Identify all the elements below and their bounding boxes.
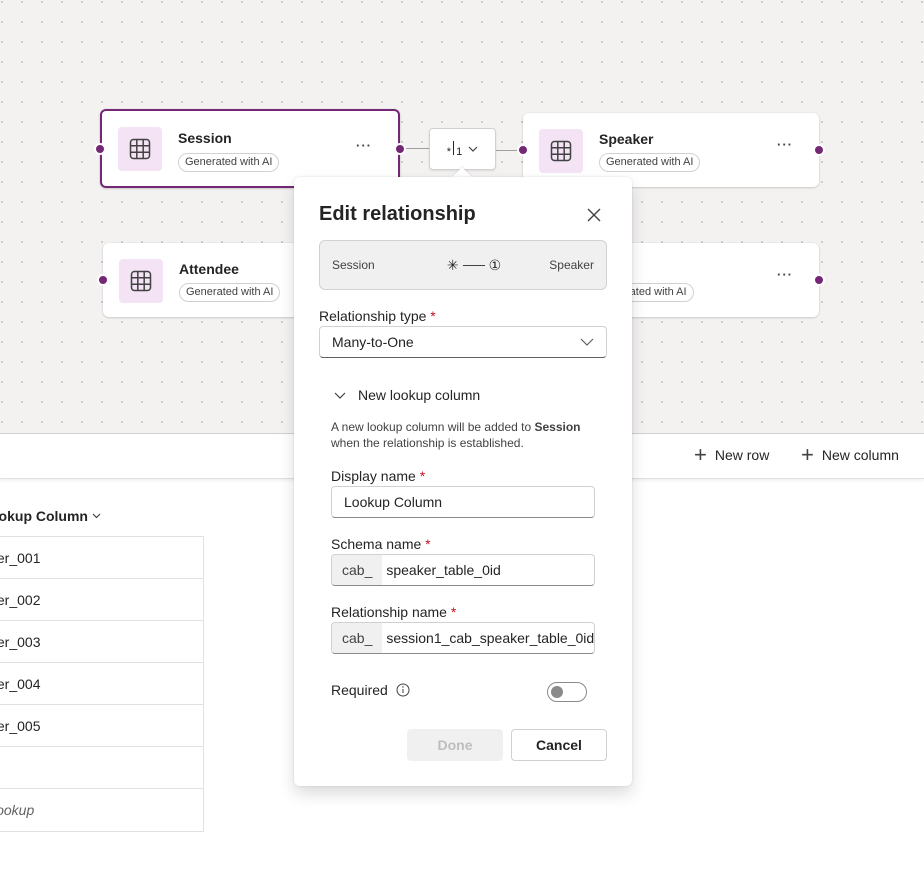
grid-cell[interactable] <box>0 747 203 789</box>
chevron-down-icon <box>580 338 594 346</box>
relationship-line[interactable] <box>404 148 429 149</box>
cardinality-symbol: ✳ ① <box>447 257 501 274</box>
edit-relationship-dialog: Edit relationship Session ✳ ① Speaker Re… <box>294 177 632 786</box>
column-header-label: ookup Column <box>0 508 88 524</box>
table-icon <box>118 127 162 171</box>
schema-name-label: Schema name * <box>331 536 431 552</box>
relationship-type-dropdown[interactable]: Many-to-One <box>319 326 607 358</box>
relationship-type-value: Many-to-One <box>332 334 414 350</box>
ai-badge: Generated with AI <box>178 153 280 172</box>
summary-from-table: Session <box>332 258 375 272</box>
relationship-summary: Session ✳ ① Speaker <box>319 240 607 290</box>
summary-to-table: Speaker <box>549 258 594 272</box>
display-name-label: Display name * <box>331 468 426 484</box>
more-options-button[interactable]: ··· <box>356 138 372 153</box>
chevron-down-icon <box>92 513 101 519</box>
cell-value: ter_001 <box>0 549 41 566</box>
connection-port[interactable] <box>97 274 109 286</box>
table-name: Speaker <box>599 131 654 147</box>
ai-badge: Generated with AI <box>179 283 281 302</box>
schema-prefix: cab_ <box>332 555 383 585</box>
display-name-input[interactable]: Lookup Column <box>331 486 595 518</box>
new-row-button[interactable]: + New row <box>694 442 770 467</box>
grid-cell-placeholder[interactable]: lookup <box>0 789 203 831</box>
relationship-name-value: session1_cab_speaker_table_0id_c <box>386 630 595 646</box>
more-options-button[interactable]: ··· <box>777 267 793 282</box>
more-options-button[interactable]: ··· <box>777 137 793 152</box>
info-icon[interactable] <box>396 683 410 697</box>
required-toggle[interactable] <box>547 682 587 702</box>
close-button[interactable] <box>584 205 604 225</box>
grid-cell[interactable]: ter_001 <box>0 537 203 579</box>
section-label: New lookup column <box>358 387 481 403</box>
table-icon <box>119 259 163 303</box>
cell-value: lookup <box>0 802 35 818</box>
schema-name-value: speaker_table_0id <box>386 562 501 578</box>
toggle-knob <box>551 686 563 698</box>
cancel-button[interactable]: Cancel <box>511 729 607 761</box>
grid-cell[interactable]: ter_004 <box>0 663 203 705</box>
cell-value: ter_004 <box>0 675 41 692</box>
cell-value: ter_003 <box>0 633 41 650</box>
connection-port[interactable] <box>394 143 406 155</box>
chevron-down-icon <box>468 146 478 152</box>
data-grid: ter_001 ter_002 ter_003 ter_004 ter_005 … <box>0 536 204 832</box>
schema-name-input[interactable]: cab_ speaker_table_0id <box>331 554 595 586</box>
connection-port[interactable] <box>94 143 106 155</box>
relationship-name-input[interactable]: cab_ session1_cab_speaker_table_0id_c <box>331 622 595 654</box>
plus-icon: + <box>801 442 814 467</box>
table-node-speaker[interactable]: Speaker Generated with AI ··· <box>517 113 825 187</box>
lookup-info-text: A new lookup column will be added to Ses… <box>331 420 581 450</box>
cell-value: ter_005 <box>0 717 41 734</box>
display-name-value: Lookup Column <box>344 494 443 510</box>
new-column-button[interactable]: + New column <box>801 442 899 467</box>
cardinality-many: * <box>446 145 452 158</box>
plus-icon: + <box>694 442 707 467</box>
cell-value: ter_002 <box>0 591 41 608</box>
new-row-label: New row <box>714 447 770 463</box>
grid-cell[interactable]: ter_003 <box>0 621 203 663</box>
relationship-type-label: Relationship type * <box>319 308 436 324</box>
cardinality-one: 1 <box>456 145 463 158</box>
chevron-down-icon <box>334 392 346 399</box>
one-icon: ① <box>488 256 502 273</box>
required-label: Required <box>331 682 388 698</box>
relation-line <box>462 264 485 266</box>
connection-port[interactable] <box>517 144 529 156</box>
dialog-title: Edit relationship <box>319 203 476 225</box>
new-column-label: New column <box>821 447 899 463</box>
required-field: Required <box>331 682 410 698</box>
table-name: Session <box>178 130 232 146</box>
relationship-name-label: Relationship name * <box>331 604 457 620</box>
new-lookup-column-toggle[interactable]: New lookup column <box>334 387 480 403</box>
cardinality-button[interactable]: * 1 <box>429 128 496 170</box>
done-button[interactable]: Done <box>407 729 503 761</box>
ai-badge: Generated with AI <box>599 153 701 172</box>
grid-cell[interactable]: ter_002 <box>0 579 203 621</box>
grid-cell[interactable]: ter_005 <box>0 705 203 747</box>
column-header[interactable]: ookup Column <box>0 508 101 524</box>
close-icon <box>587 208 601 222</box>
table-name: Attendee <box>179 261 239 277</box>
connection-port[interactable] <box>813 274 825 286</box>
relationship-prefix: cab_ <box>332 623 383 653</box>
table-icon <box>539 129 583 173</box>
connection-port[interactable] <box>813 144 825 156</box>
many-icon: ✳ <box>446 256 459 273</box>
relationship-line[interactable] <box>496 150 518 151</box>
